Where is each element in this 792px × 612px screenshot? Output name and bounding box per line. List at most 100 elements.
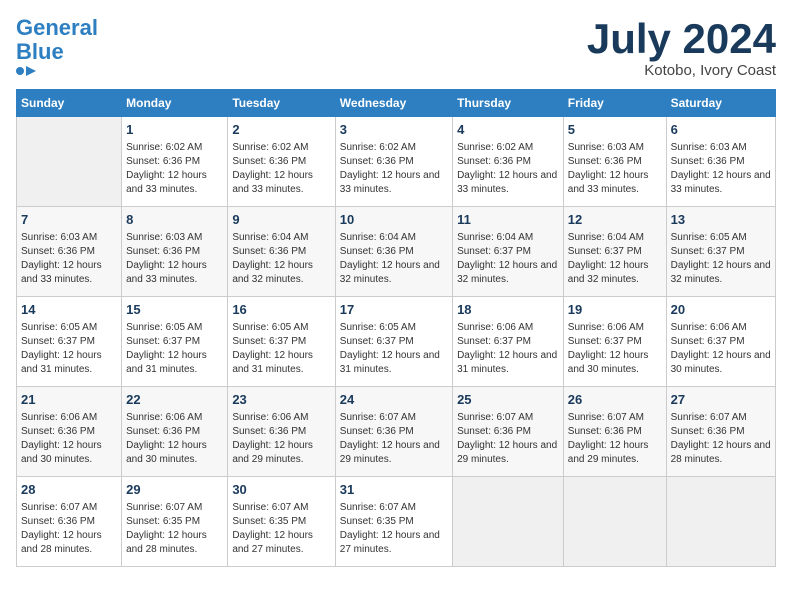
calendar-cell: 30 Sunrise: 6:07 AMSunset: 6:35 PMDayligh… — [228, 477, 335, 567]
day-info: Sunrise: 6:04 AMSunset: 6:36 PMDaylight:… — [232, 231, 330, 287]
day-number: 3 — [340, 121, 448, 139]
header-sunday: Sunday — [17, 90, 122, 117]
calendar-cell: 18Sunrise: 6:06 AMSunset: 6:37 PMDayligh… — [453, 297, 564, 387]
day-number: 14 — [21, 301, 117, 319]
day-number: 11 — [457, 211, 559, 229]
header-friday: Friday — [563, 90, 666, 117]
calendar-cell: 22Sunrise: 6:06 AMSunset: 6:36 PMDayligh… — [122, 387, 228, 477]
day-number: 29 — [126, 481, 223, 499]
calendar-cell: 27Sunrise: 6:07 AMSunset: 6:36 PMDayligh… — [666, 387, 775, 477]
day-number: 17 — [340, 301, 448, 319]
day-info: Sunrise: 6:06 AMSunset: 6:36 PMDaylight:… — [21, 411, 117, 467]
calendar-cell: 3 Sunrise: 6:02 AMSunset: 6:36 PMDaylight… — [335, 117, 452, 207]
logo-general: General — [16, 15, 98, 40]
day-info: Sunrise: 6:02 AMSunset: 6:36 PMDaylight:… — [126, 141, 223, 197]
logo: General Blue — [16, 16, 98, 76]
day-info: Sunrise: 6:03 AMSunset: 6:36 PMDaylight:… — [568, 141, 662, 197]
calendar-header-row: SundayMondayTuesdayWednesdayThursdayFrid… — [17, 90, 776, 117]
calendar-cell: 9 Sunrise: 6:04 AMSunset: 6:36 PMDaylight… — [228, 207, 335, 297]
calendar-cell: 31 Sunrise: 6:07 AMSunset: 6:35 PMDayligh… — [335, 477, 452, 567]
day-info: Sunrise: 6:06 AMSunset: 6:37 PMDaylight:… — [568, 321, 662, 377]
day-info: Sunrise: 6:07 AMSunset: 6:36 PMDaylight:… — [671, 411, 771, 467]
calendar-cell — [453, 477, 564, 567]
day-number: 26 — [568, 391, 662, 409]
calendar-cell: 8 Sunrise: 6:03 AMSunset: 6:36 PMDaylight… — [122, 207, 228, 297]
calendar-week-4: 21Sunrise: 6:06 AMSunset: 6:36 PMDayligh… — [17, 387, 776, 477]
calendar-cell: 15 Sunrise: 6:05 AMSunset: 6:37 PMDayligh… — [122, 297, 228, 387]
calendar-cell: 17Sunrise: 6:05 AMSunset: 6:37 PMDayligh… — [335, 297, 452, 387]
day-info: Sunrise: 6:05 AMSunset: 6:37 PMDaylight:… — [232, 321, 330, 377]
day-info: Sunrise: 6:02 AMSunset: 6:36 PMDaylight:… — [232, 141, 330, 197]
day-info: Sunrise: 6:07 AMSunset: 6:35 PMDaylight:… — [340, 501, 448, 557]
day-info: Sunrise: 6:05 AMSunset: 6:37 PMDaylight:… — [126, 321, 223, 377]
day-number: 15 — [126, 301, 223, 319]
day-number: 22 — [126, 391, 223, 409]
logo-blue: Blue — [16, 39, 64, 64]
calendar-week-1: 1Sunrise: 6:02 AMSunset: 6:36 PMDaylight… — [17, 117, 776, 207]
day-number: 30 — [232, 481, 330, 499]
day-number: 4 — [457, 121, 559, 139]
day-info: Sunrise: 6:07 AMSunset: 6:35 PMDaylight:… — [232, 501, 330, 557]
day-info: Sunrise: 6:06 AMSunset: 6:37 PMDaylight:… — [671, 321, 771, 377]
day-info: Sunrise: 6:07 AMSunset: 6:36 PMDaylight:… — [340, 411, 448, 467]
day-info: Sunrise: 6:07 AMSunset: 6:35 PMDaylight:… — [126, 501, 223, 557]
location: Kotobo, Ivory Coast — [587, 62, 776, 79]
calendar-cell: 11Sunrise: 6:04 AMSunset: 6:37 PMDayligh… — [453, 207, 564, 297]
calendar-cell: 7 Sunrise: 6:03 AMSunset: 6:36 PMDaylight… — [17, 207, 122, 297]
calendar-cell: 23 Sunrise: 6:06 AMSunset: 6:36 PMDayligh… — [228, 387, 335, 477]
day-number: 9 — [232, 211, 330, 229]
calendar-cell: 16Sunrise: 6:05 AMSunset: 6:37 PMDayligh… — [228, 297, 335, 387]
calendar-cell: 25Sunrise: 6:07 AMSunset: 6:36 PMDayligh… — [453, 387, 564, 477]
calendar-cell: 26 Sunrise: 6:07 AMSunset: 6:36 PMDayligh… — [563, 387, 666, 477]
calendar-cell — [17, 117, 122, 207]
calendar-cell: 24 Sunrise: 6:07 AMSunset: 6:36 PMDayligh… — [335, 387, 452, 477]
day-info: Sunrise: 6:07 AMSunset: 6:36 PMDaylight:… — [568, 411, 662, 467]
day-number: 8 — [126, 211, 223, 229]
day-number: 24 — [340, 391, 448, 409]
day-number: 13 — [671, 211, 771, 229]
month-title: July 2024 — [587, 16, 776, 62]
day-number: 19 — [568, 301, 662, 319]
day-number: 31 — [340, 481, 448, 499]
day-number: 2 — [232, 121, 330, 139]
day-info: Sunrise: 6:06 AMSunset: 6:37 PMDaylight:… — [457, 321, 559, 377]
day-number: 10 — [340, 211, 448, 229]
logo-dot — [16, 67, 24, 75]
calendar-cell — [563, 477, 666, 567]
calendar-week-3: 14 Sunrise: 6:05 AMSunset: 6:37 PMDayligh… — [17, 297, 776, 387]
day-info: Sunrise: 6:03 AMSunset: 6:36 PMDaylight:… — [671, 141, 771, 197]
day-number: 5 — [568, 121, 662, 139]
calendar-cell: 20Sunrise: 6:06 AMSunset: 6:37 PMDayligh… — [666, 297, 775, 387]
logo-text: General Blue — [16, 16, 98, 64]
calendar-cell: 2 Sunrise: 6:02 AMSunset: 6:36 PMDaylight… — [228, 117, 335, 207]
day-info: Sunrise: 6:02 AMSunset: 6:36 PMDaylight:… — [457, 141, 559, 197]
calendar-week-5: 28Sunrise: 6:07 AMSunset: 6:36 PMDayligh… — [17, 477, 776, 567]
calendar-cell — [666, 477, 775, 567]
calendar-cell: 1Sunrise: 6:02 AMSunset: 6:36 PMDaylight… — [122, 117, 228, 207]
day-info: Sunrise: 6:05 AMSunset: 6:37 PMDaylight:… — [21, 321, 117, 377]
day-info: Sunrise: 6:02 AMSunset: 6:36 PMDaylight:… — [340, 141, 448, 197]
calendar-cell: 6 Sunrise: 6:03 AMSunset: 6:36 PMDaylight… — [666, 117, 775, 207]
day-number: 12 — [568, 211, 662, 229]
calendar-cell: 14 Sunrise: 6:05 AMSunset: 6:37 PMDayligh… — [17, 297, 122, 387]
page-header: General Blue July 2024 Kotobo, Ivory Coa… — [16, 16, 776, 79]
calendar-cell: 10Sunrise: 6:04 AMSunset: 6:36 PMDayligh… — [335, 207, 452, 297]
header-wednesday: Wednesday — [335, 90, 452, 117]
day-number: 7 — [21, 211, 117, 229]
logo-arrow — [26, 66, 36, 76]
calendar-cell: 13Sunrise: 6:05 AMSunset: 6:37 PMDayligh… — [666, 207, 775, 297]
calendar-cell: 21Sunrise: 6:06 AMSunset: 6:36 PMDayligh… — [17, 387, 122, 477]
header-monday: Monday — [122, 90, 228, 117]
header-tuesday: Tuesday — [228, 90, 335, 117]
day-number: 28 — [21, 481, 117, 499]
day-info: Sunrise: 6:07 AMSunset: 6:36 PMDaylight:… — [457, 411, 559, 467]
title-block: July 2024 Kotobo, Ivory Coast — [587, 16, 776, 79]
calendar-cell: 4 Sunrise: 6:02 AMSunset: 6:36 PMDaylight… — [453, 117, 564, 207]
day-info: Sunrise: 6:06 AMSunset: 6:36 PMDaylight:… — [232, 411, 330, 467]
header-thursday: Thursday — [453, 90, 564, 117]
day-info: Sunrise: 6:03 AMSunset: 6:36 PMDaylight:… — [126, 231, 223, 287]
calendar-week-2: 7 Sunrise: 6:03 AMSunset: 6:36 PMDaylight… — [17, 207, 776, 297]
day-info: Sunrise: 6:03 AMSunset: 6:36 PMDaylight:… — [21, 231, 117, 287]
day-number: 6 — [671, 121, 771, 139]
day-number: 23 — [232, 391, 330, 409]
